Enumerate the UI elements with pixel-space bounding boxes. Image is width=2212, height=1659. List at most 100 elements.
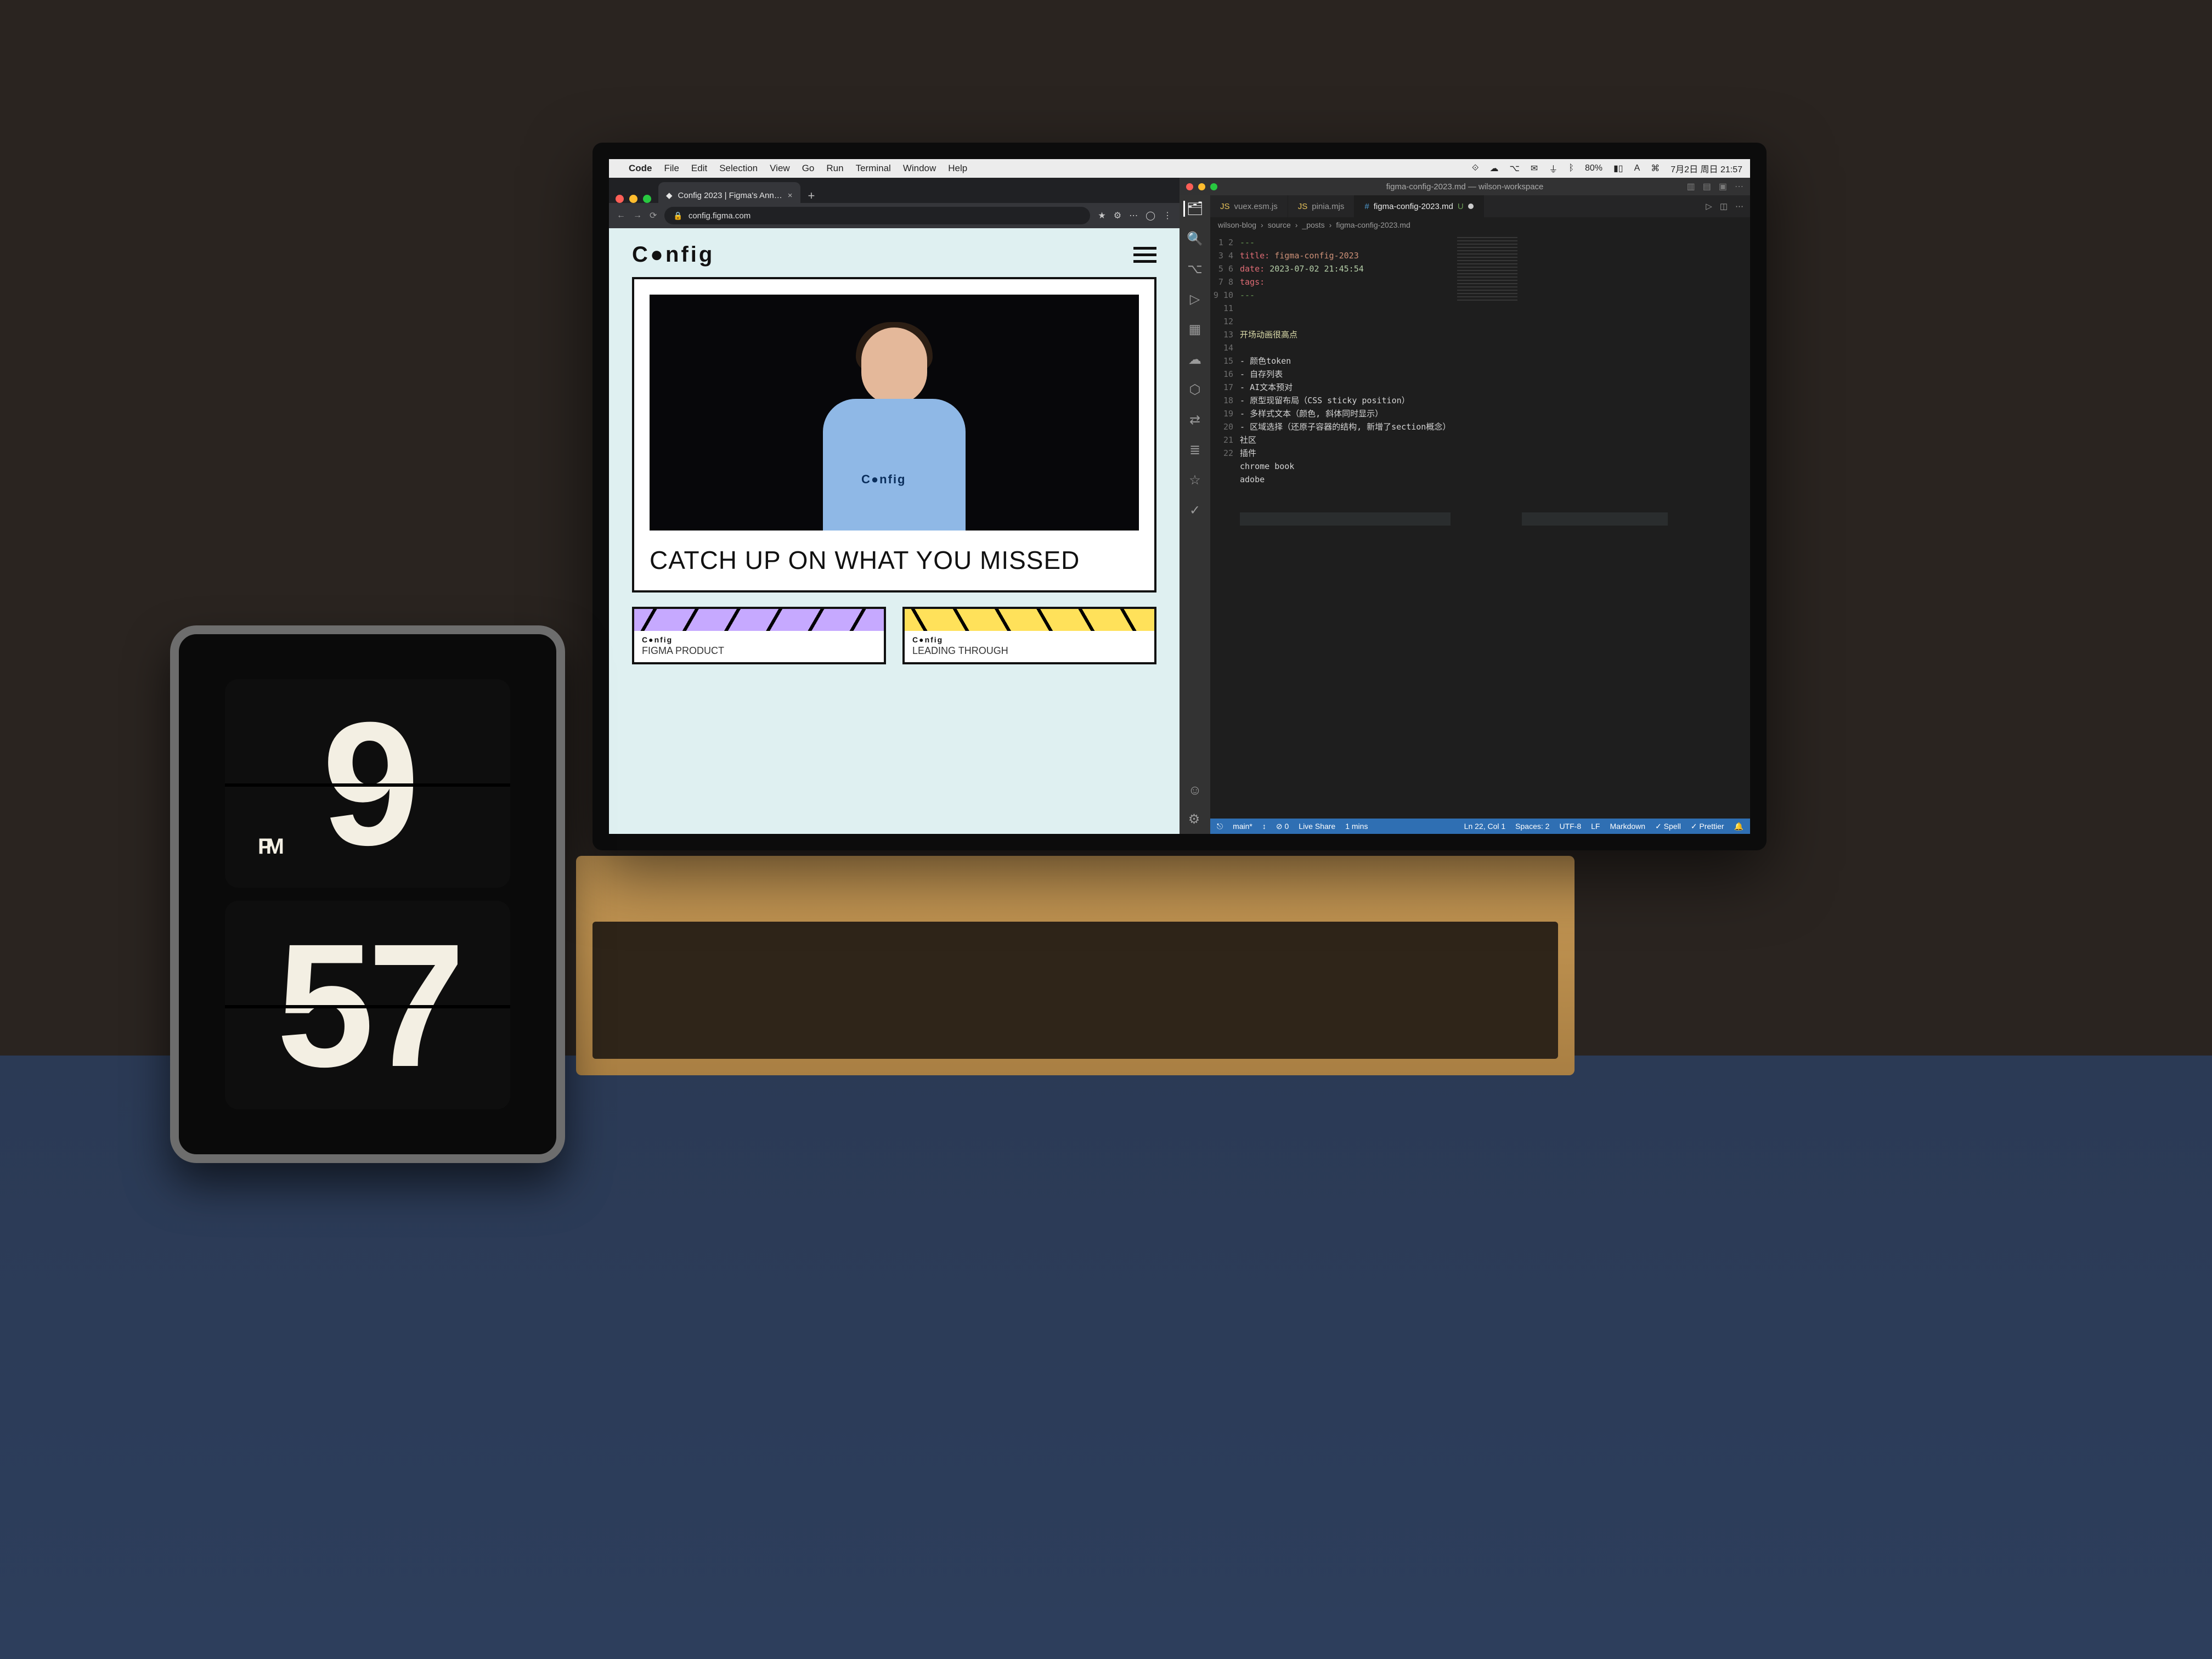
code-content[interactable]: --- title: figma-config-2023 date: 2023-… [1240,233,1451,819]
spell-status[interactable]: ✓ Spell [1655,822,1681,831]
search-icon[interactable]: 🔍 [1187,231,1203,247]
window-traffic-lights[interactable] [616,195,651,203]
menubar-item[interactable]: File [664,163,679,174]
menubar-item[interactable]: Help [948,163,967,174]
extensions-icon[interactable]: ▦ [1189,321,1201,337]
back-button-icon[interactable]: ← [617,211,625,221]
breadcrumb-item[interactable]: _posts [1302,221,1324,229]
menubar-app-name[interactable]: Code [629,163,652,174]
breadcrumb-item[interactable]: figma-config-2023.md [1336,221,1410,229]
breadcrumb-item[interactable]: source [1268,221,1291,229]
run-icon[interactable]: ▷ [1706,201,1712,211]
hamburger-menu-icon[interactable] [1133,247,1156,263]
breadcrumbs[interactable]: wilson-blog› source› _posts› figma-confi… [1210,217,1750,233]
sync-icon[interactable]: ↕ [1262,822,1266,831]
account-icon[interactable]: ☺︎ [1188,783,1202,798]
chrome-profile-icon[interactable]: ◯ [1146,210,1155,221]
minimize-window-icon[interactable] [1198,183,1205,190]
extension-icon[interactable]: ⚙︎ [1114,210,1121,221]
encoding-status[interactable]: UTF-8 [1559,822,1581,831]
menubar-datetime[interactable]: 7月2日 周日 21:57 [1671,162,1742,175]
menubar-item[interactable]: Terminal [856,163,891,174]
fullscreen-window-icon[interactable] [1210,183,1217,190]
battery-text[interactable]: 80% [1585,163,1602,173]
panel-layout-icon[interactable]: ▣ [1719,181,1727,192]
address-bar[interactable]: 🔒 config.figma.com [664,207,1090,224]
extension-icon[interactable]: ★ [1098,210,1105,221]
menubar-status-icon[interactable]: ⟐ [1472,163,1479,173]
bluetooth-icon[interactable]: ᛒ [1568,163,1574,173]
language-mode[interactable]: Markdown [1610,822,1645,831]
menubar-item[interactable]: View [770,163,790,174]
macos-menubar[interactable]: Code File Edit Selection View Go Run Ter… [609,159,1750,178]
external-monitor: Code File Edit Selection View Go Run Ter… [592,143,1767,850]
menubar-status-icon[interactable]: ☁︎ [1489,163,1498,174]
problems-count[interactable]: ⊘ 0 [1276,822,1289,831]
track-card[interactable]: C●nfig FIGMA PRODUCT [632,607,886,664]
source-control-icon[interactable]: ⌥ [1187,261,1203,277]
docker-icon[interactable]: ⬡ [1189,382,1201,398]
hero-video-thumbnail[interactable]: C●nfig [650,295,1139,531]
bookmark-icon[interactable]: ☆ [1189,472,1201,488]
more-icon[interactable]: ⋯ [1735,201,1743,211]
reload-button-icon[interactable]: ⟳ [650,210,657,221]
vscode-titlebar[interactable]: figma-config-2023.md — wilson-workspace … [1180,178,1750,195]
menubar-item[interactable]: Edit [691,163,707,174]
run-debug-icon[interactable]: ▷ [1190,291,1200,307]
minimap[interactable] [1451,233,1522,819]
forward-button-icon[interactable]: → [633,211,642,221]
editor-tab-active[interactable]: # figma-config-2023.md U [1355,195,1483,217]
menubar-item[interactable]: Run [826,163,843,174]
wifi-icon[interactable]: ⏚ [1549,162,1558,175]
file-js-icon: JS [1298,202,1308,211]
menubar-item[interactable]: Selection [719,163,758,174]
cursor-position[interactable]: Ln 22, Col 1 [1464,822,1506,831]
input-source-icon[interactable]: A [1634,163,1640,173]
panel-layout-icon[interactable]: ▥ [1687,181,1695,192]
git-branch[interactable]: main* [1233,822,1252,831]
breadcrumb-item[interactable]: wilson-blog [1218,221,1256,229]
database-icon[interactable]: ≣ [1189,442,1200,458]
panel-layout-icon[interactable]: ▤ [1703,181,1711,192]
fullscreen-window-icon[interactable] [643,195,651,203]
indent-status[interactable]: Spaces: 2 [1515,822,1549,831]
explorer-icon[interactable]: 🗂︎ [1183,201,1203,217]
close-window-icon[interactable] [616,195,624,203]
track-tag: C●nfig [905,631,1154,645]
more-icon[interactable]: ⋯ [1735,181,1743,192]
editor-area: JS vuex.esm.js JS pinia.mjs # figma-conf… [1210,195,1750,834]
status-extra[interactable]: 1 mins [1345,822,1368,831]
window-traffic-lights[interactable] [1186,183,1217,190]
editor-tab[interactable]: JS pinia.mjs [1288,195,1355,217]
menubar-status-icon[interactable]: ⌥ [1509,163,1519,174]
menubar-item[interactable]: Go [802,163,815,174]
webpage-content[interactable]: C●nfig C●nfig CATCH UP ON WHAT YOU M [609,228,1180,834]
track-card[interactable]: C●nfig LEADING THROUGH [902,607,1156,664]
menubar-item[interactable]: Window [903,163,936,174]
close-tab-icon[interactable]: × [788,191,793,200]
code-editor[interactable]: 1 2 3 4 5 6 7 8 9 10 11 12 13 14 15 16 1… [1210,233,1750,819]
chrome-tab[interactable]: ◆ Config 2023 | Figma's Ann… × [658,182,800,203]
control-center-icon[interactable]: ⌘ [1651,163,1660,174]
remote-indicator[interactable]: ⎋ [1217,822,1223,831]
close-window-icon[interactable] [1186,183,1193,190]
new-tab-button[interactable]: + [800,189,823,203]
config-logo[interactable]: C●nfig [632,242,714,267]
battery-icon[interactable]: ▮▯ [1613,163,1623,174]
settings-gear-icon[interactable]: ⚙︎ [1188,811,1202,827]
chrome-menu-icon[interactable]: ⋮ [1163,210,1172,221]
extension-icon[interactable]: ⋯ [1129,210,1138,221]
split-editor-icon[interactable]: ◫ [1720,201,1728,211]
live-share-status[interactable]: Live Share [1299,822,1335,831]
prettier-status[interactable]: ✓ Prettier [1691,822,1724,831]
remote-icon[interactable]: ☁︎ [1188,352,1201,368]
eol-status[interactable]: LF [1591,822,1600,831]
clock-minute-card: 57 [225,901,510,1109]
minimize-window-icon[interactable] [629,195,637,203]
test-icon[interactable]: ✓ [1189,503,1200,518]
live-share-icon[interactable]: ⇄ [1189,412,1200,428]
chrome-tabstrip[interactable]: ◆ Config 2023 | Figma's Ann… × + [609,178,1180,203]
editor-tab[interactable]: JS vuex.esm.js [1210,195,1288,217]
notifications-bell-icon[interactable]: 🔔 [1734,822,1743,831]
menubar-status-icon[interactable]: ✉︎ [1531,163,1538,174]
